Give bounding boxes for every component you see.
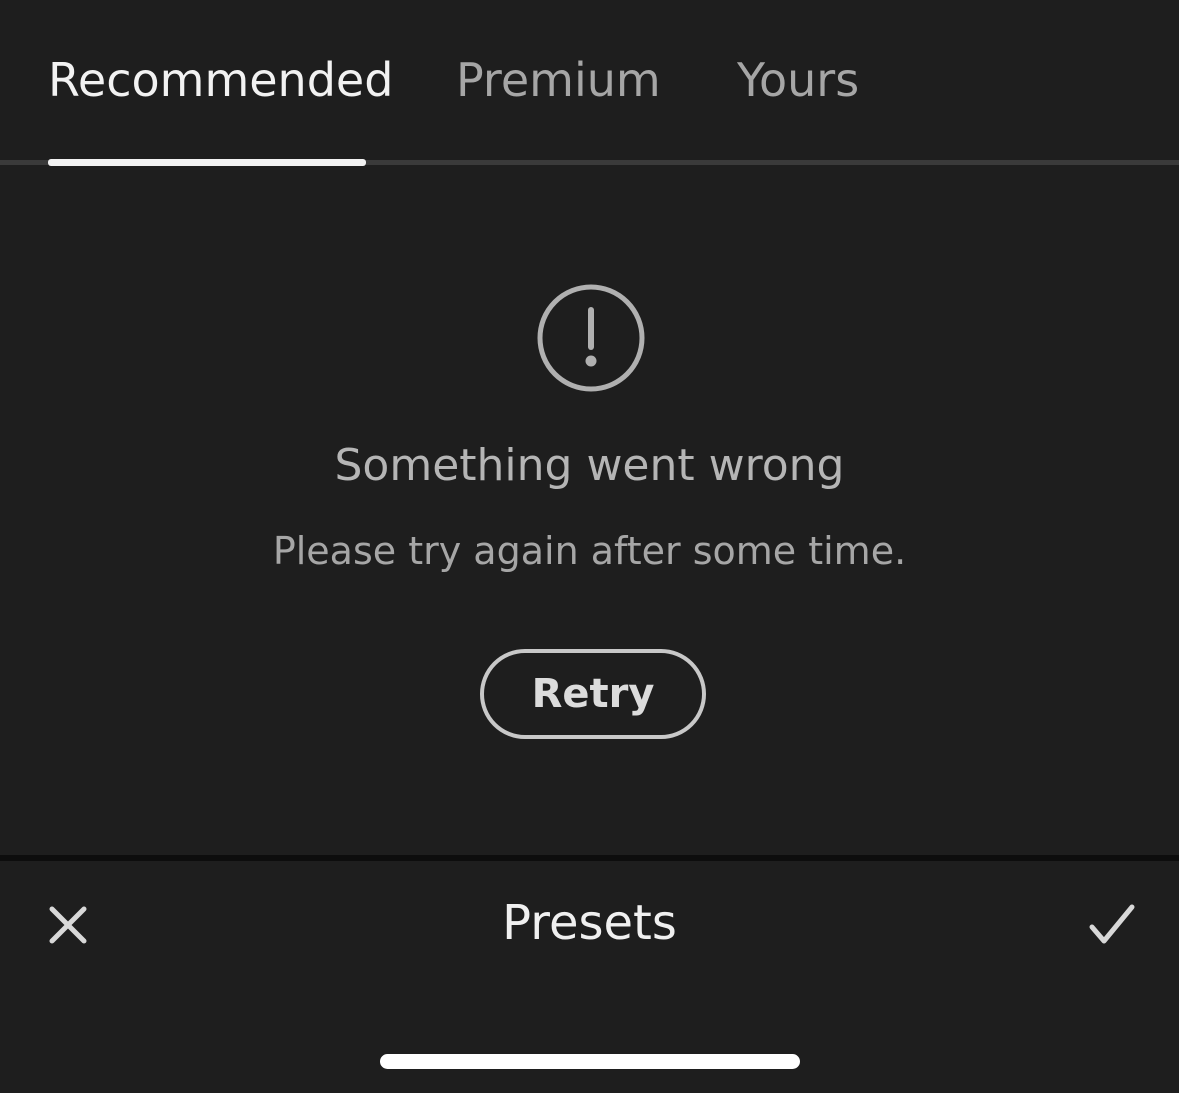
error-title: Something went wrong [334, 440, 845, 491]
error-message: Please try again after some time. [272, 529, 907, 573]
home-indicator [380, 1054, 800, 1069]
tab-yours[interactable]: Yours [737, 50, 859, 110]
preset-tabs: Recommended Premium Yours [0, 0, 1179, 166]
close-icon[interactable] [44, 901, 92, 949]
bottom-bar: Presets [0, 861, 1179, 1093]
retry-button[interactable]: Retry [480, 649, 706, 739]
presets-screen: Recommended Premium Yours Something went… [0, 0, 1179, 1093]
tab-premium[interactable]: Premium [456, 50, 661, 110]
tab-recommended[interactable]: Recommended [48, 50, 393, 110]
bottom-bar-title: Presets [502, 895, 677, 951]
exclamation-circle-icon [536, 283, 646, 393]
active-tab-indicator [48, 159, 366, 166]
checkmark-icon[interactable] [1086, 901, 1138, 949]
